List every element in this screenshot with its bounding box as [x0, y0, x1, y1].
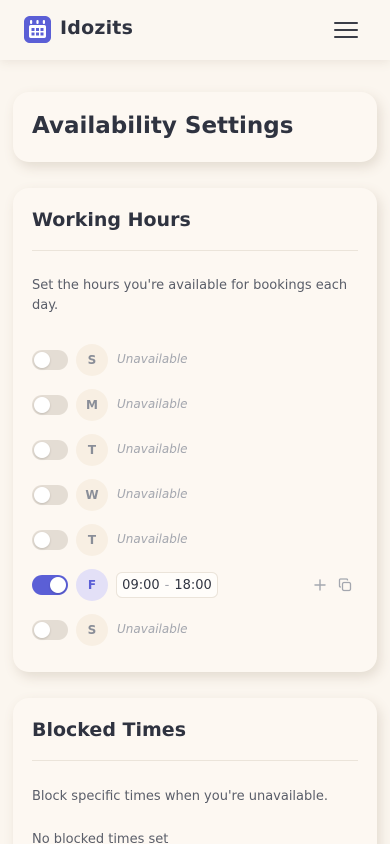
top-navigation-bar: Idozits — [0, 0, 390, 60]
toggle-knob — [50, 577, 66, 593]
blocked-times-title: Blocked Times — [32, 719, 187, 741]
toggle-knob — [34, 622, 50, 638]
day-row-monday: M Unavailable — [32, 389, 358, 421]
start-time-input[interactable]: 09:00 — [122, 578, 159, 593]
day-row-wednesday: W Unavailable — [32, 479, 358, 511]
hamburger-menu-icon[interactable] — [331, 18, 361, 42]
toggle-knob — [34, 352, 50, 368]
calendar-icon[interactable] — [24, 16, 51, 43]
page-title: Availability Settings — [32, 113, 294, 139]
day-toggle[interactable] — [32, 440, 68, 460]
time-range: 09:00 - 18:00 — [116, 572, 218, 598]
brand-name[interactable]: Idozits — [60, 17, 133, 39]
day-label[interactable]: T — [76, 434, 108, 466]
time-separator: - — [164, 577, 170, 593]
blocked-times-description: Block specific times when you're unavail… — [32, 789, 328, 804]
day-row-saturday: S Unavailable — [32, 614, 358, 646]
unavailable-label: Unavailable — [117, 487, 188, 501]
day-label[interactable]: S — [76, 614, 108, 646]
day-toggle[interactable] — [32, 530, 68, 550]
divider — [32, 250, 358, 251]
unavailable-label: Unavailable — [117, 442, 188, 456]
unavailable-label: Unavailable — [117, 532, 188, 546]
day-toggle[interactable] — [32, 575, 68, 595]
day-label[interactable]: T — [76, 524, 108, 556]
toggle-knob — [34, 532, 50, 548]
unavailable-label: Unavailable — [117, 622, 188, 636]
day-label[interactable]: S — [76, 344, 108, 376]
divider — [32, 760, 358, 761]
working-hours-description: Set the hours you're available for booki… — [32, 278, 348, 313]
working-hours-title: Working Hours — [32, 209, 191, 231]
day-toggle[interactable] — [32, 395, 68, 415]
end-time-input[interactable]: 18:00 — [174, 578, 211, 593]
day-row-friday: F 09:00 - 18:00 — [32, 569, 358, 601]
plus-icon[interactable] — [312, 577, 328, 593]
day-label[interactable]: M — [76, 389, 108, 421]
day-row-sunday: S Unavailable — [32, 344, 358, 376]
working-hours-card: Working Hours Set the hours you're avail… — [13, 188, 377, 672]
toggle-knob — [34, 487, 50, 503]
day-toggle[interactable] — [32, 350, 68, 370]
copy-icon[interactable] — [337, 577, 353, 593]
day-row-tuesday: T Unavailable — [32, 434, 358, 466]
blocked-times-card: Blocked Times Block specific times when … — [13, 698, 377, 844]
day-label[interactable]: F — [76, 569, 108, 601]
day-toggle[interactable] — [32, 620, 68, 640]
unavailable-label: Unavailable — [117, 352, 188, 366]
toggle-knob — [34, 442, 50, 458]
day-row-thursday: T Unavailable — [32, 524, 358, 556]
page-title-card: Availability Settings — [13, 92, 377, 162]
day-toggle[interactable] — [32, 485, 68, 505]
unavailable-label: Unavailable — [117, 397, 188, 411]
empty-state-text: No blocked times set — [32, 832, 169, 844]
day-label[interactable]: W — [76, 479, 108, 511]
toggle-knob — [34, 397, 50, 413]
